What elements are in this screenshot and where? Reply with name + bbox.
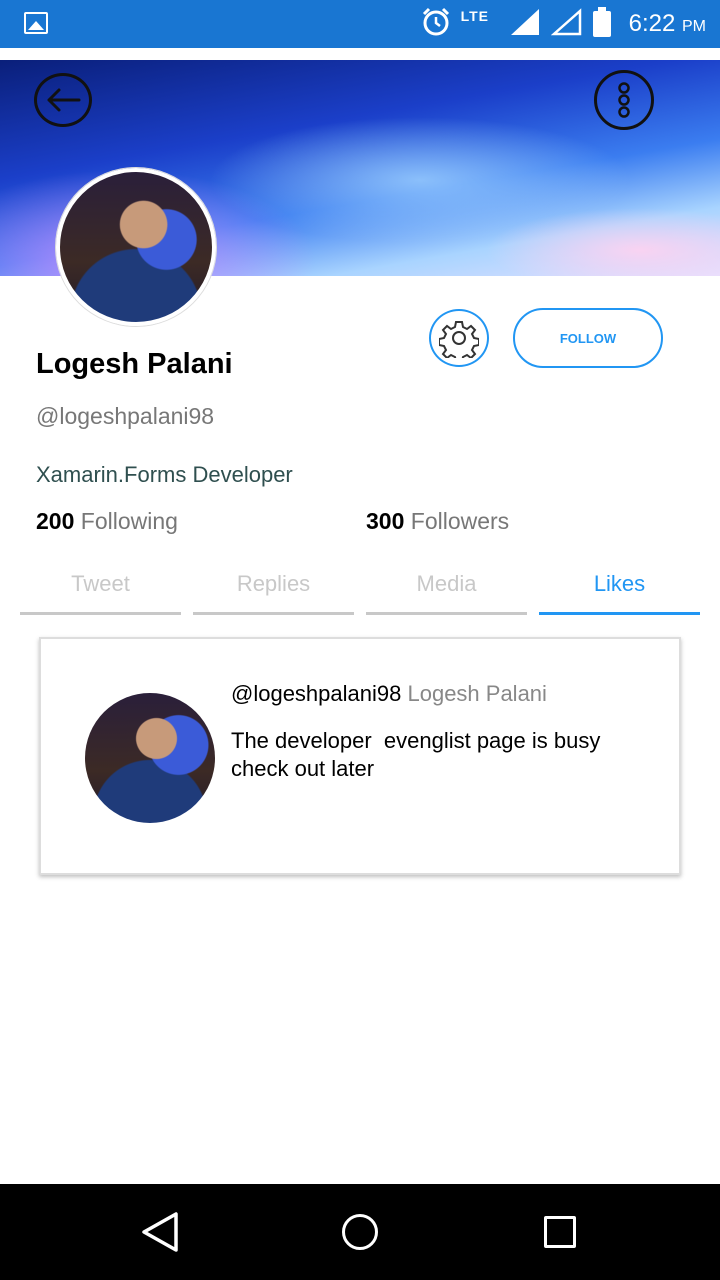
followers-stat[interactable]: 300 Followers bbox=[366, 508, 509, 535]
follow-button[interactable]: FOLLOW bbox=[513, 308, 663, 368]
settings-button[interactable] bbox=[429, 309, 489, 367]
following-label: Following bbox=[80, 508, 178, 534]
feed-card[interactable]: @logeshpalani98 Logesh Palani The develo… bbox=[39, 637, 681, 875]
followers-label: Followers bbox=[410, 508, 510, 534]
following-stat[interactable]: 200 Following bbox=[36, 508, 178, 535]
more-options-button[interactable] bbox=[594, 70, 654, 130]
arrow-left-icon bbox=[47, 88, 81, 112]
more-vertical-icon bbox=[618, 82, 630, 118]
card-handle: @logeshpalani98 bbox=[231, 681, 402, 706]
profile-handle: @logeshpalani98 bbox=[36, 403, 215, 429]
tab-media[interactable]: Media bbox=[366, 565, 527, 615]
status-icons: LTE 6:22 PM bbox=[421, 0, 706, 48]
alarm-icon bbox=[421, 7, 451, 42]
clock-time: 6:22 bbox=[628, 10, 676, 37]
signal-empty-icon bbox=[550, 7, 583, 42]
card-header: @logeshpalani98 Logesh Palani bbox=[231, 681, 547, 707]
profile-bio: Xamarin.Forms Developer bbox=[36, 462, 293, 487]
profile-avatar[interactable] bbox=[56, 168, 216, 326]
lte-icon: LTE bbox=[460, 8, 490, 24]
tab-likes[interactable]: Likes bbox=[539, 565, 700, 615]
nav-recent-apps-icon[interactable] bbox=[544, 1216, 576, 1248]
following-count: 200 bbox=[36, 508, 75, 534]
nav-home-icon[interactable] bbox=[342, 1214, 378, 1250]
profile-name: Logesh Palani bbox=[36, 348, 233, 380]
nav-back-icon[interactable] bbox=[140, 1210, 180, 1254]
card-author-name: Logesh Palani bbox=[407, 681, 547, 706]
card-text: The developer evenglist page is busy che… bbox=[231, 728, 607, 781]
gallery-icon bbox=[24, 12, 48, 34]
profile-tabs: Tweet Replies Media Likes bbox=[20, 565, 700, 615]
tab-replies[interactable]: Replies bbox=[193, 565, 354, 615]
status-bar: LTE 6:22 PM bbox=[0, 0, 720, 48]
tab-tweet[interactable]: Tweet bbox=[20, 565, 181, 615]
navigation-bar bbox=[0, 1184, 720, 1280]
followers-count: 300 bbox=[366, 508, 405, 534]
signal-icon bbox=[509, 7, 541, 42]
battery-icon bbox=[592, 7, 611, 37]
gear-icon bbox=[439, 321, 479, 358]
card-avatar[interactable] bbox=[85, 693, 215, 823]
status-clock: 6:22 PM bbox=[629, 10, 706, 38]
back-button[interactable] bbox=[34, 73, 92, 127]
clock-ampm: PM bbox=[682, 18, 706, 35]
